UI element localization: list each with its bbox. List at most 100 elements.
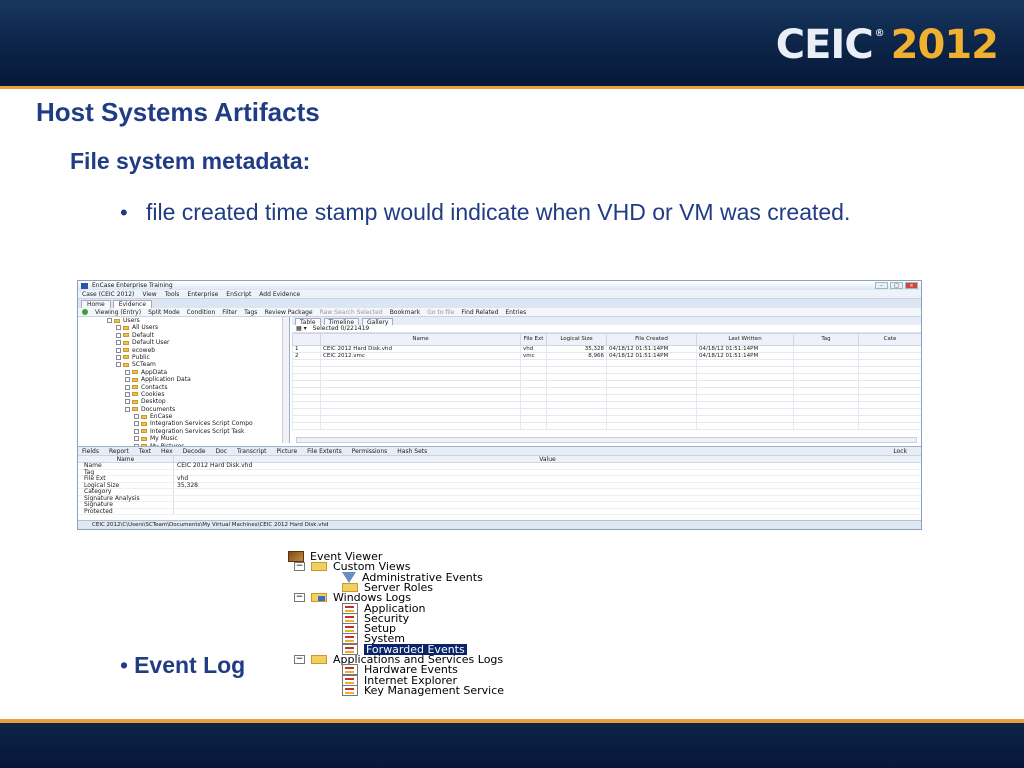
tree-node[interactable]: All Users (78, 324, 289, 331)
menu-item[interactable]: EnScript (226, 291, 251, 298)
tree-node[interactable]: ecoweb (78, 347, 289, 354)
checkbox[interactable] (125, 391, 130, 397)
column-header[interactable] (292, 333, 321, 346)
tab-evidence[interactable]: Evidence (112, 300, 153, 308)
tree-node[interactable]: Default User (78, 339, 289, 346)
event-tree-item[interactable]: Key Management Service (342, 684, 504, 696)
tab-timeline[interactable]: Timeline (323, 318, 360, 326)
tree-node[interactable]: Default (78, 332, 289, 339)
table-row[interactable]: 2 CEIC 2012.vmc vmc 8,966 04/18/12 01:51:14P… (292, 352, 921, 360)
column-header[interactable]: Name (320, 333, 521, 346)
tree-node[interactable]: Users (78, 317, 289, 324)
tab-table[interactable]: Table (295, 318, 321, 326)
close-icon[interactable]: × (905, 282, 918, 289)
field-tab[interactable]: Fields (82, 448, 99, 455)
cell-ext: vmc (520, 352, 547, 360)
checkbox[interactable] (116, 362, 121, 368)
tree-node-label: Default (132, 331, 154, 339)
menu-item[interactable]: View (142, 291, 156, 298)
checkbox[interactable] (125, 377, 130, 383)
tree-scrollbar[interactable] (282, 317, 289, 443)
column-header[interactable]: File Ext (520, 333, 547, 346)
menu-item[interactable]: Case (CEIC 2012) (82, 291, 134, 298)
toolbar-button[interactable]: Entries (505, 309, 526, 316)
checkbox[interactable] (116, 332, 121, 338)
field-tab[interactable]: Hash Sets (397, 448, 427, 455)
tree-node[interactable]: Contacts (78, 384, 289, 391)
collapse-icon[interactable]: − (294, 593, 305, 603)
field-tab[interactable]: Decode (183, 448, 206, 455)
menu-item[interactable]: Enterprise (187, 291, 218, 298)
toolbar-button[interactable]: Viewing (Entry) (95, 309, 141, 316)
tree-node[interactable]: Documents (78, 406, 289, 413)
checkbox[interactable] (125, 369, 130, 375)
tree-node[interactable]: SCTeam (78, 361, 289, 368)
toolbar-button[interactable]: Split Mode (148, 309, 180, 316)
tree-node[interactable]: EnCase (78, 413, 289, 420)
collapse-icon[interactable]: − (294, 655, 305, 664)
field-tab[interactable]: Doc (215, 448, 227, 455)
checkbox[interactable] (107, 318, 112, 323)
go-icon[interactable] (82, 309, 88, 315)
tree-node[interactable]: AppData (78, 369, 289, 376)
checkbox[interactable] (116, 325, 121, 331)
cell-cat (858, 352, 921, 360)
tree-node-label: My Music (150, 435, 178, 443)
table-row[interactable]: 1 CEIC 2012 Hard Disk.vhd vhd 35,328 04/18/1… (292, 345, 921, 353)
column-header[interactable]: File Created (606, 333, 697, 346)
column-header[interactable]: Tag (793, 333, 859, 346)
field-tab[interactable]: Report (109, 448, 129, 455)
minimize-icon[interactable]: – (875, 282, 888, 289)
toolbar-button[interactable]: Raw Search Selected (320, 309, 383, 316)
toolbar-button[interactable]: Condition (187, 309, 216, 316)
tree-node[interactable]: Cookies (78, 391, 289, 398)
empty-cell (606, 394, 697, 402)
toolbar-button[interactable]: Bookmark (390, 309, 420, 316)
field-value: 35,328 (177, 481, 198, 489)
checkbox[interactable] (125, 384, 130, 390)
column-header[interactable]: Logical Size (546, 333, 607, 346)
checkbox[interactable] (134, 414, 139, 420)
checkbox[interactable] (134, 436, 139, 442)
field-tab[interactable]: File Extents (307, 448, 342, 455)
checkbox[interactable] (116, 354, 121, 360)
tree-node[interactable]: My Music (78, 435, 289, 442)
checkbox[interactable] (125, 399, 130, 405)
table-hscrollbar[interactable] (296, 437, 917, 443)
column-header[interactable]: Cate (858, 333, 921, 346)
tree-node[interactable]: Public (78, 354, 289, 361)
field-tab[interactable]: Permissions (352, 448, 388, 455)
bullet-text: file created time stamp would indicate w… (146, 199, 851, 225)
menu-item[interactable]: Tools (165, 291, 180, 298)
tree-node[interactable]: Integration Services Script Task (78, 428, 289, 435)
menu-item[interactable]: Add Evidence (259, 291, 300, 298)
checkbox[interactable] (134, 428, 139, 434)
tree-node[interactable]: Application Data (78, 376, 289, 383)
lock-button[interactable]: Lock (893, 448, 921, 455)
checkbox[interactable] (116, 347, 121, 353)
toolbar-button[interactable]: Filter (222, 309, 237, 316)
toolbar-button[interactable]: Review Package (264, 309, 312, 316)
tree-node[interactable]: Integration Services Script Compo (78, 420, 289, 427)
field-tab[interactable]: Text (139, 448, 151, 455)
bullet-glyph: • (120, 200, 128, 225)
table-tool-icon[interactable]: ▦ ▾ (296, 325, 307, 332)
tree-node[interactable]: Desktop (78, 398, 289, 405)
toolbar-button[interactable]: Find Related (461, 309, 498, 316)
tab-home[interactable]: Home (81, 300, 111, 308)
field-tab[interactable]: Transcript (237, 448, 266, 455)
maximize-icon[interactable]: □ (890, 282, 903, 289)
toolbar-button[interactable]: Tags (244, 309, 257, 316)
field-row[interactable]: Protected (78, 508, 921, 515)
event-viewer-tree: Event Viewer − Custom Views Administrative … (288, 551, 558, 701)
checkbox[interactable] (125, 406, 130, 412)
collapse-icon[interactable]: − (294, 562, 305, 572)
checkbox[interactable] (134, 421, 139, 427)
tab-gallery[interactable]: Gallery (362, 318, 394, 326)
column-header[interactable]: Last Written (696, 333, 794, 346)
field-tab[interactable]: Picture (277, 448, 298, 455)
field-tab[interactable]: Hex (161, 448, 173, 455)
empty-cell (546, 373, 607, 381)
toolbar-button[interactable]: Go to file (427, 309, 454, 316)
checkbox[interactable] (116, 340, 121, 346)
